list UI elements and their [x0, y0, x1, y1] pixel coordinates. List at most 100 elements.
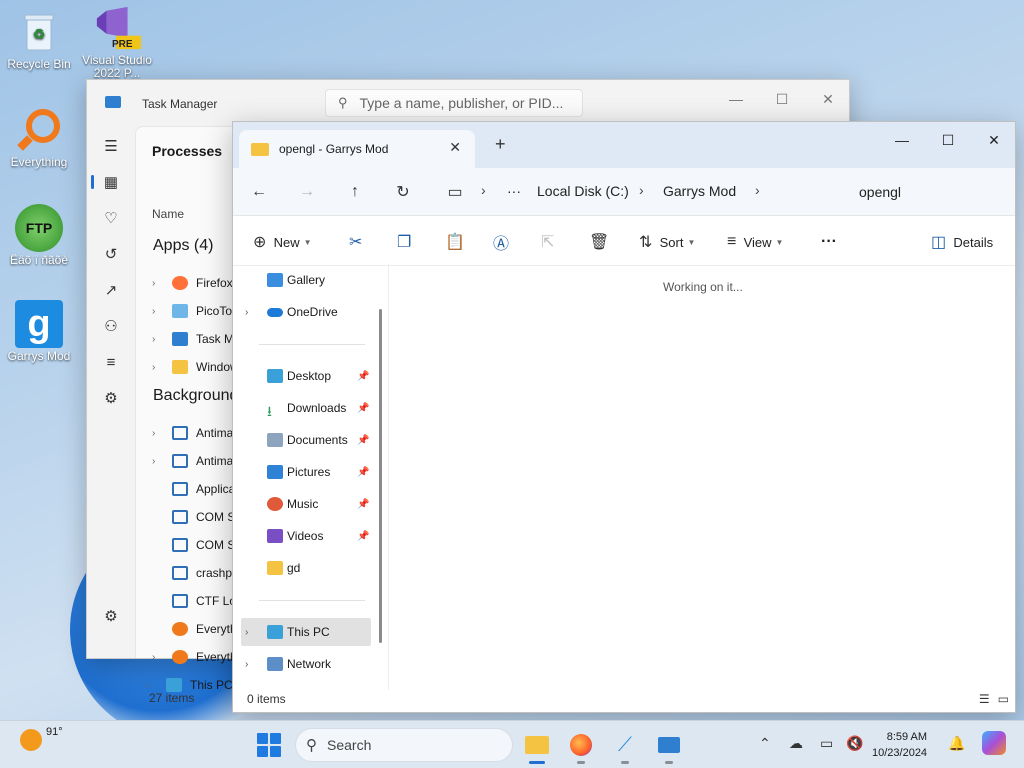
more-options-button[interactable]: ···	[821, 230, 837, 254]
clipboard-icon: 📋	[445, 234, 465, 251]
performance-nav-icon[interactable]: ♡	[91, 202, 131, 234]
maximize-button[interactable]: ☐	[759, 85, 805, 113]
pin-icon: 📌	[357, 402, 370, 414]
process-row[interactable]: › PicoTor	[152, 297, 236, 325]
process-row[interactable]: Everyth	[152, 615, 237, 643]
back-arrow-icon[interactable]: ←	[247, 180, 271, 204]
minimize-button[interactable]: —	[879, 126, 925, 154]
pin-icon: 📌	[357, 434, 370, 446]
firefox-icon	[172, 276, 188, 290]
taskbar-app-task-manager[interactable]	[653, 729, 685, 764]
rename-button[interactable]: Ⓐ	[493, 230, 509, 254]
process-row[interactable]: › Antima	[152, 447, 233, 475]
share-button[interactable]: ⇱	[541, 230, 554, 254]
processes-nav-icon[interactable]: ▦	[91, 166, 131, 198]
startup-apps-nav-icon[interactable]: ↗	[91, 274, 131, 306]
task-manager-search-input[interactable]: ⚲ Type a name, publisher, or PID...	[325, 89, 583, 117]
nav-item-downloads[interactable]: ⭳ Downloads 📌	[241, 394, 371, 422]
new-tab-button[interactable]: +	[495, 134, 506, 155]
taskbar-app-firefox[interactable]	[565, 729, 597, 764]
process-row[interactable]: › Everyth	[152, 643, 237, 671]
clock[interactable]: 8:59 AM 10/23/2024	[872, 729, 927, 761]
nav-item-music[interactable]: Music 📌	[241, 490, 371, 518]
view-button[interactable]: ≡ View ▼	[727, 230, 783, 254]
refresh-icon[interactable]: ↻	[391, 180, 415, 204]
users-nav-icon[interactable]: ⚇	[91, 310, 131, 342]
chevron-up-icon[interactable]: ⌃	[759, 735, 771, 752]
nav-item-network[interactable]: › Network	[241, 650, 371, 678]
cloud-icon	[267, 308, 283, 317]
volume-muted-icon[interactable]: 🔇	[846, 735, 863, 752]
close-button[interactable]: ✕	[805, 85, 851, 113]
breadcrumb-local-disk[interactable]: Local Disk (C:)	[537, 183, 629, 199]
copy-button[interactable]: ❐	[397, 230, 411, 254]
process-row[interactable]: › Task M	[152, 325, 234, 353]
copilot-icon[interactable]	[982, 731, 1006, 755]
cut-button[interactable]: ✂	[349, 230, 362, 254]
forward-arrow-icon[interactable]: →	[295, 180, 319, 204]
notification-bell-icon[interactable]: 🔔	[948, 735, 965, 752]
clock-time: 8:59 AM	[886, 731, 928, 743]
weather-widget[interactable]: 91°	[20, 726, 63, 751]
task-manager-titlebar[interactable]: Task Manager ⚲ Type a name, publisher, o…	[87, 80, 849, 126]
process-row[interactable]: crashpa	[152, 559, 239, 587]
desktop-icon-ftp[interactable]: FTP Ëäõ ï ñãõè	[0, 204, 78, 267]
details-button[interactable]: ◫ Details	[931, 230, 993, 254]
process-row[interactable]: COM S	[152, 531, 235, 559]
desktop-icon-everything[interactable]: Everything	[0, 106, 78, 169]
tiles-view-icon[interactable]: ▭	[998, 692, 1009, 706]
new-button[interactable]: ⊕ New ▼	[253, 230, 312, 254]
taskbar-search[interactable]: ⚲ Search	[295, 728, 513, 762]
window-icon	[172, 482, 188, 496]
process-row[interactable]: CTF Lo	[152, 587, 236, 615]
nav-item-onedrive[interactable]: › OneDrive	[241, 298, 371, 326]
close-tab-icon[interactable]: ✕	[449, 139, 461, 156]
delete-button[interactable]: 🗑	[589, 230, 609, 254]
network-icon[interactable]: ▭	[820, 735, 833, 752]
breadcrumb-ellipsis[interactable]: ···	[507, 183, 521, 199]
minimize-button[interactable]: —	[713, 85, 759, 113]
chevron-right-icon[interactable]: ›	[755, 182, 760, 198]
details-nav-icon[interactable]: ≡	[91, 346, 131, 378]
explorer-search-input[interactable]: opengl	[851, 176, 1011, 208]
process-row[interactable]: › Window	[152, 353, 239, 381]
explorer-tab[interactable]: opengl - Garrys Mod ✕	[239, 130, 475, 168]
monitor-icon[interactable]: ▭	[443, 180, 467, 204]
details-view-icon[interactable]: ☰	[979, 692, 990, 706]
nav-item-documents[interactable]: Documents 📌	[241, 426, 371, 454]
chevron-right-icon[interactable]: ›	[245, 307, 248, 318]
nav-item-this-pc[interactable]: › This PC	[241, 618, 371, 646]
sort-button[interactable]: ⇅ Sort ▼	[639, 230, 695, 254]
nav-scrollbar[interactable]	[379, 309, 382, 643]
desktop-icon-recycle-bin[interactable]: ♻ Recycle Bin	[0, 8, 78, 71]
process-row[interactable]: COM S	[152, 503, 235, 531]
paste-button[interactable]: 📋	[445, 230, 465, 254]
search-value: opengl	[859, 184, 902, 200]
app-history-nav-icon[interactable]: ↺	[91, 238, 131, 270]
process-row[interactable]: › Antima	[152, 419, 233, 447]
services-nav-icon[interactable]: ⚙	[91, 382, 131, 414]
process-row[interactable]: › Firefox	[152, 269, 233, 297]
taskbar: 91° ⚲ Search ⟋ ⌃ ☁ ▭ 🔇 8:59 AM 10/23/202…	[0, 720, 1024, 768]
nav-item-desktop[interactable]: Desktop 📌	[241, 362, 371, 390]
nav-item-videos[interactable]: Videos 📌	[241, 522, 371, 550]
desktop-icon-garrys-mod[interactable]: g Garrys Mod	[0, 300, 78, 363]
nav-item-gallery[interactable]: Gallery	[241, 266, 371, 294]
nav-item-gd[interactable]: gd	[241, 554, 371, 582]
start-button[interactable]	[257, 733, 281, 757]
process-row[interactable]: Applica	[152, 475, 235, 503]
taskbar-app-file-explorer[interactable]	[521, 729, 553, 764]
close-button[interactable]: ✕	[971, 126, 1017, 154]
nav-item-pictures[interactable]: Pictures 📌	[241, 458, 371, 486]
chevron-right-icon[interactable]: ›	[245, 627, 248, 638]
maximize-button[interactable]: ☐	[925, 126, 971, 154]
hamburger-menu-icon[interactable]: ☰	[91, 130, 131, 162]
chevron-right-icon[interactable]: ›	[245, 659, 248, 670]
name-column-header[interactable]: Name	[152, 207, 184, 221]
onedrive-offline-icon[interactable]: ☁	[789, 735, 803, 752]
desktop-icon-visual-studio[interactable]: PRE Visual Studio 2022 P...	[78, 4, 156, 80]
taskbar-app-picotorrent[interactable]: ⟋	[609, 729, 641, 764]
up-arrow-icon[interactable]: ↑	[343, 180, 367, 204]
settings-icon[interactable]: ⚙	[91, 600, 131, 632]
breadcrumb-garrys-mod[interactable]: Garrys Mod	[663, 183, 736, 199]
